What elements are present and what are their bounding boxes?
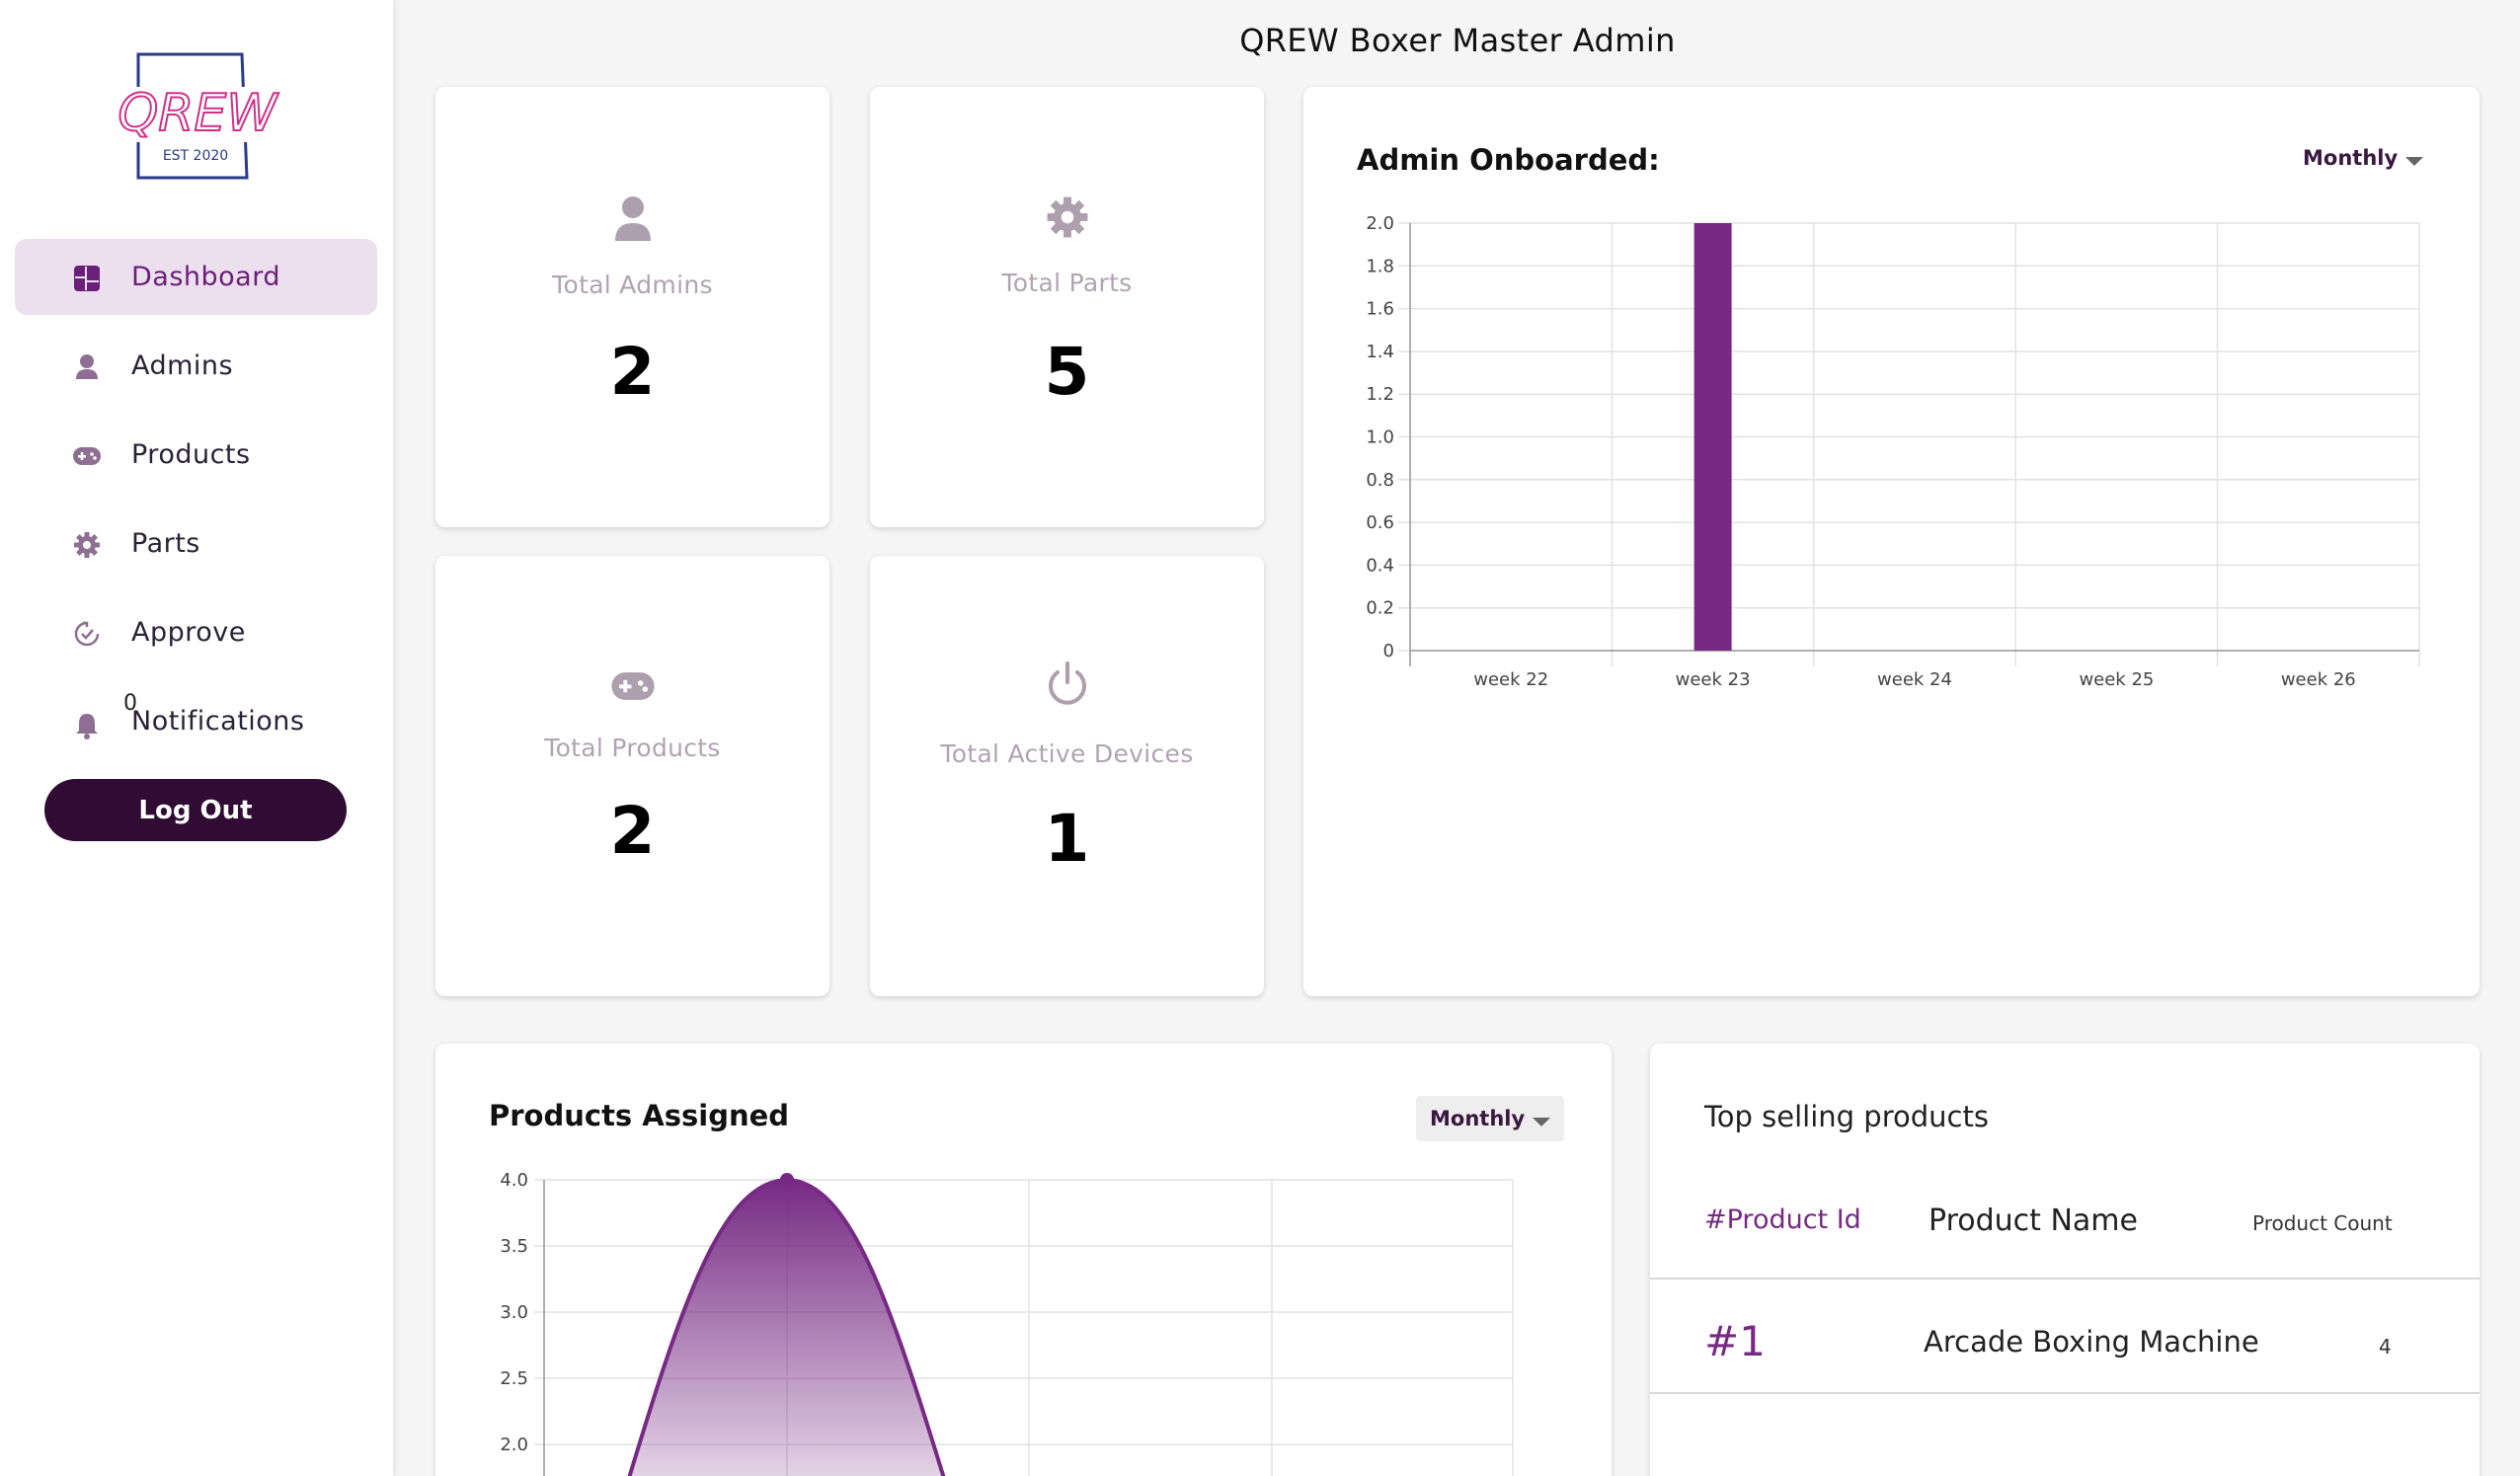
stat-card-products: Total Products 2: [435, 556, 829, 996]
sidebar-item-label: Notifications: [131, 706, 305, 737]
person-icon: [72, 352, 102, 382]
y-tick-label: 2.0: [1366, 213, 1394, 234]
stat-label: Total Parts: [1001, 269, 1133, 297]
gamepad-icon: [435, 669, 829, 703]
column-header-product-name[interactable]: Product Name: [1929, 1204, 2138, 1238]
y-tick-label: 3.0: [500, 1302, 528, 1323]
y-tick-label: 0: [1383, 641, 1394, 661]
sidebar: QREW EST 2020 Dashboard Admins Products …: [0, 0, 393, 1476]
sidebar-item-notifications[interactable]: 0 Notifications: [15, 683, 377, 759]
sidebar-item-label: Approve: [131, 617, 246, 648]
gear-icon: [72, 530, 102, 560]
column-header-product-id[interactable]: #Product Id: [1704, 1204, 1861, 1235]
x-tick-label: week 25: [2079, 669, 2154, 690]
sidebar-item-dashboard[interactable]: Dashboard: [15, 239, 377, 315]
stat-label: Total Active Devices: [940, 739, 1194, 768]
area-series: [627, 1177, 946, 1476]
x-tick-label: week 26: [2281, 669, 2356, 690]
admin-onboarded-bar-chart: 0 0.2 0.4 0.6 0.8 1.0 1.2 1.4 1.6 1.8 2.0 week 22 we…: [1366, 213, 2420, 690]
y-tick-label: 3.5: [500, 1236, 528, 1257]
sidebar-item-approve[interactable]: Approve: [15, 594, 377, 670]
stat-value: 1: [1044, 801, 1090, 877]
stat-card-active-devices: Total Active Devices 1: [870, 556, 1264, 996]
stat-value: 2: [609, 334, 656, 410]
sidebar-item-parts[interactable]: Parts: [15, 505, 377, 582]
bell-icon: [72, 711, 102, 740]
column-header-product-count[interactable]: Product Count: [2252, 1211, 2393, 1235]
y-tick-label: 2.0: [500, 1435, 528, 1455]
admin-onboarded-card: Admin Onboarded: Monthly 0 0.2 0.4 0.6 0.8 1.…: [1303, 87, 2480, 996]
stat-label: Total Products: [544, 734, 721, 762]
logo-text: QREW: [118, 84, 279, 143]
stat-card-parts: Total Parts 5: [870, 87, 1264, 527]
page-title: QREW Boxer Master Admin: [1239, 22, 1676, 59]
y-tick-label: 0.2: [1366, 598, 1394, 619]
stat-label: Total Admins: [552, 271, 713, 299]
stat-value: 5: [1044, 334, 1090, 410]
top-selling-card: Top selling products #Product Id Product…: [1650, 1044, 2480, 1476]
sidebar-item-label: Admins: [131, 350, 234, 381]
y-tick-label: 0.8: [1366, 470, 1394, 491]
logo-subtext: EST 2020: [163, 148, 228, 164]
top-selling-title: Top selling products: [1704, 1100, 1989, 1133]
y-tick-label: 1.2: [1366, 384, 1394, 405]
y-tick-label: 1.8: [1366, 256, 1394, 276]
y-tick-label: 1.6: [1366, 299, 1394, 320]
stat-card-admins: Total Admins 2: [435, 87, 829, 527]
y-tick-label: 4.0: [500, 1170, 528, 1191]
sidebar-item-products[interactable]: Products: [15, 417, 377, 493]
logout-button[interactable]: Log Out: [44, 779, 347, 841]
sidebar-item-label: Parts: [131, 528, 200, 559]
dashboard-icon: [72, 264, 102, 293]
power-icon: [870, 660, 1264, 708]
approve-icon: [72, 619, 102, 649]
y-tick-label: 1.0: [1366, 427, 1394, 448]
product-id-cell: #1: [1704, 1317, 1766, 1365]
product-count-cell: 4: [2379, 1335, 2392, 1359]
x-tick-label: week 23: [1676, 669, 1751, 690]
y-tick-label: 0.4: [1366, 555, 1394, 576]
data-point: [780, 1173, 794, 1187]
gamepad-icon: [72, 441, 102, 471]
person-icon: [435, 195, 829, 243]
table-divider: [1650, 1392, 2480, 1394]
table-row[interactable]: #1 Arcade Boxing Machine 4: [1650, 1281, 2480, 1399]
table-divider: [1650, 1278, 2480, 1280]
qrew-logo[interactable]: QREW EST 2020: [109, 49, 286, 183]
sidebar-item-admins[interactable]: Admins: [15, 328, 377, 404]
sidebar-item-label: Dashboard: [131, 262, 280, 292]
y-tick-label: 1.4: [1366, 342, 1394, 362]
bar: [1693, 223, 1732, 651]
x-tick-label: week 22: [1473, 669, 1548, 690]
sidebar-item-label: Products: [131, 439, 251, 470]
y-tick-label: 0.6: [1366, 512, 1394, 533]
y-tick-label: 2.5: [500, 1368, 528, 1389]
product-name-cell: Arcade Boxing Machine: [1924, 1325, 2259, 1359]
stat-value: 2: [609, 793, 656, 869]
gear-icon: [870, 195, 1264, 239]
products-assigned-area-chart: 4.0 3.5 3.0 2.5 2.0: [500, 1170, 1514, 1476]
x-tick-label: week 24: [1877, 669, 1952, 690]
products-assigned-card: Products Assigned Monthly 4.0 3.5 3.0 2.5 2.…: [435, 1044, 1612, 1476]
